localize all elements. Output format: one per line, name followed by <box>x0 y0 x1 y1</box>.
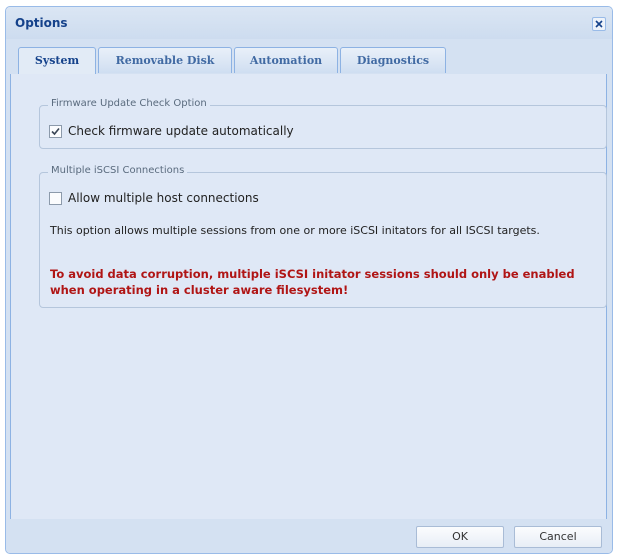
iscsi-description: This option allows multiple sessions fro… <box>50 224 540 237</box>
allow-multiple-hosts-checkbox-label[interactable]: Allow multiple host connections <box>68 191 259 205</box>
title-bar[interactable]: Options <box>6 7 612 39</box>
firmware-update-fieldset: Firmware Update Check Option Check firmw… <box>39 98 607 149</box>
firmware-update-checkbox-label[interactable]: Check firmware update automatically <box>68 124 294 138</box>
allow-multiple-hosts-checkbox[interactable] <box>49 192 62 205</box>
dialog-footer: OK Cancel <box>6 519 612 553</box>
checkmark-icon <box>51 127 60 136</box>
tab-system[interactable]: System <box>18 47 96 75</box>
iscsi-warning: To avoid data corruption, multiple iSCSI… <box>50 267 575 297</box>
ok-button[interactable]: OK <box>416 526 504 548</box>
multiple-iscsi-fieldset: Multiple iSCSI Connections Allow multipl… <box>39 165 607 308</box>
multiple-iscsi-legend: Multiple iSCSI Connections <box>48 165 188 176</box>
options-dialog: Options System Removable Disk Automation… <box>5 6 613 554</box>
cancel-button[interactable]: Cancel <box>514 526 602 548</box>
firmware-update-checkbox[interactable] <box>49 125 62 138</box>
tab-strip: System Removable Disk Automation Diagnos… <box>10 47 607 75</box>
tab-diagnostics[interactable]: Diagnostics <box>340 47 446 73</box>
close-icon <box>595 20 603 28</box>
tab-automation[interactable]: Automation <box>234 47 338 73</box>
system-tab-panel: Firmware Update Check Option Check firmw… <box>10 74 607 520</box>
close-button[interactable] <box>592 17 606 31</box>
tab-removable-disk[interactable]: Removable Disk <box>98 47 232 73</box>
firmware-update-legend: Firmware Update Check Option <box>48 98 210 109</box>
dialog-title: Options <box>15 16 68 30</box>
